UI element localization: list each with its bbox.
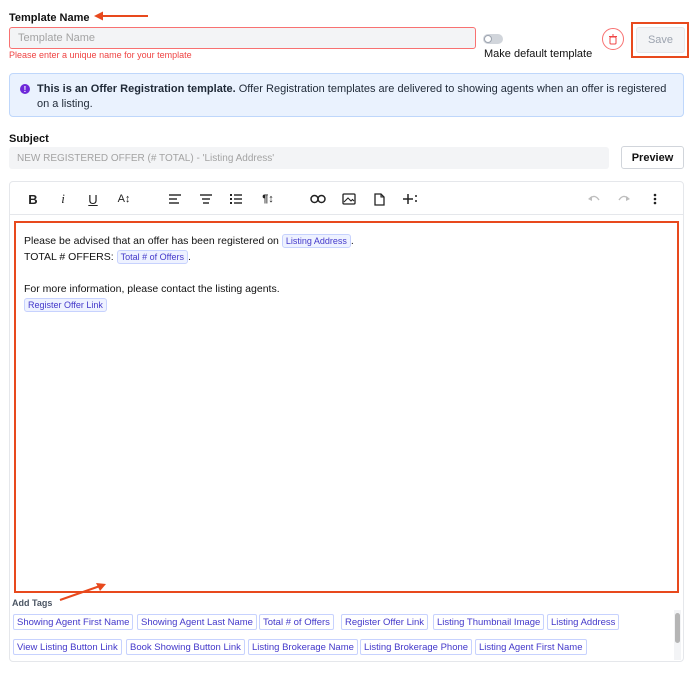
align-center-button[interactable] <box>196 189 216 209</box>
more-options-button[interactable] <box>645 189 665 209</box>
link-icon <box>310 194 326 204</box>
toggle-knob <box>484 35 492 43</box>
trash-icon <box>609 34 617 44</box>
subject-label: Subject <box>9 133 49 145</box>
body-text: TOTAL # OFFERS: <box>24 251 117 263</box>
tag-showing-agent-last-name[interactable]: Showing Agent Last Name <box>137 614 257 630</box>
editor-body[interactable]: Please be advised that an offer has been… <box>24 233 664 313</box>
body-text: For more information, please contact the… <box>24 283 280 295</box>
file-button[interactable] <box>369 189 389 209</box>
align-left-icon <box>169 194 181 204</box>
info-banner: ! This is an Offer Registration template… <box>9 73 684 117</box>
ordered-list-icon <box>230 194 242 204</box>
body-line: TOTAL # OFFERS: Total # of Offers. <box>24 249 664 265</box>
image-button[interactable] <box>339 189 359 209</box>
tag-register-offer-link[interactable]: Register Offer Link <box>341 614 429 630</box>
tag-listing-address[interactable]: Listing Address <box>547 614 620 630</box>
preview-button[interactable]: Preview <box>621 146 684 169</box>
body-line: For more information, please contact the… <box>24 281 664 297</box>
body-text: . <box>187 251 191 263</box>
merge-tag-chip[interactable]: Listing Address <box>281 234 351 249</box>
tag-listing-agent-first-name[interactable]: Listing Agent First Name <box>475 639 587 655</box>
merge-tag-chip[interactable]: Register Offer Link <box>24 298 107 313</box>
tag-total-offers[interactable]: Total # of Offers <box>259 614 334 630</box>
save-button[interactable]: Save <box>636 27 685 53</box>
default-template-label: Make default template <box>484 48 593 60</box>
tags-scrollbar-thumb[interactable] <box>675 613 680 643</box>
body-line: Register Offer Link <box>24 297 664 313</box>
undo-icon <box>588 195 600 201</box>
template-name-label: Template Name <box>9 12 90 24</box>
image-icon <box>342 193 356 205</box>
annotation-arrow-template-name <box>94 11 148 21</box>
subject-input[interactable]: NEW REGISTERED OFFER (# TOTAL) - 'Listin… <box>9 147 609 169</box>
bold-button[interactable]: B <box>23 189 43 209</box>
template-name-input[interactable] <box>9 27 476 49</box>
info-banner-bold: This is an Offer Registration template. <box>37 83 236 95</box>
underline-button[interactable]: U <box>83 189 103 209</box>
body-line: Please be advised that an offer has been… <box>24 233 664 249</box>
tag-listing-thumbnail-image[interactable]: Listing Thumbnail Image <box>433 614 545 630</box>
info-icon: ! <box>20 84 30 94</box>
font-size-button[interactable]: A↕ <box>114 189 134 209</box>
insert-plus-icon <box>403 194 417 204</box>
link-button[interactable] <box>308 189 328 209</box>
redo-button[interactable] <box>614 189 634 209</box>
paragraph-button[interactable]: ¶↕ <box>258 189 278 209</box>
tag-listing-brokerage-name[interactable]: Listing Brokerage Name <box>248 639 358 655</box>
tag-showing-agent-first-name[interactable]: Showing Agent First Name <box>13 614 134 630</box>
more-vertical-icon <box>653 193 657 205</box>
tag-view-listing-button-link[interactable]: View Listing Button Link <box>13 639 122 655</box>
default-template-toggle[interactable] <box>483 34 503 44</box>
align-center-icon <box>200 194 212 204</box>
add-tags-label: Add Tags <box>12 598 53 608</box>
redo-icon <box>618 195 630 201</box>
template-name-error: Please enter a unique name for your temp… <box>9 50 192 60</box>
tag-book-showing-button-link[interactable]: Book Showing Button Link <box>126 639 245 655</box>
insert-button[interactable] <box>400 189 420 209</box>
align-left-button[interactable] <box>165 189 185 209</box>
merge-tag-chip[interactable]: Total # of Offers <box>116 250 188 265</box>
body-text: Please be advised that an offer has been… <box>24 235 282 247</box>
italic-button[interactable]: i <box>53 189 73 209</box>
tag-listing-brokerage-phone[interactable]: Listing Brokerage Phone <box>360 639 473 655</box>
file-icon <box>373 192 385 206</box>
body-text: . <box>350 235 354 247</box>
undo-button[interactable] <box>584 189 604 209</box>
annotation-arrow-add-tags <box>59 583 106 601</box>
ordered-list-button[interactable] <box>226 189 246 209</box>
info-banner-text: This is an Offer Registration template. … <box>37 82 677 112</box>
delete-button[interactable] <box>602 28 624 50</box>
toolbar-divider <box>10 214 683 215</box>
body-line-empty <box>24 265 664 281</box>
